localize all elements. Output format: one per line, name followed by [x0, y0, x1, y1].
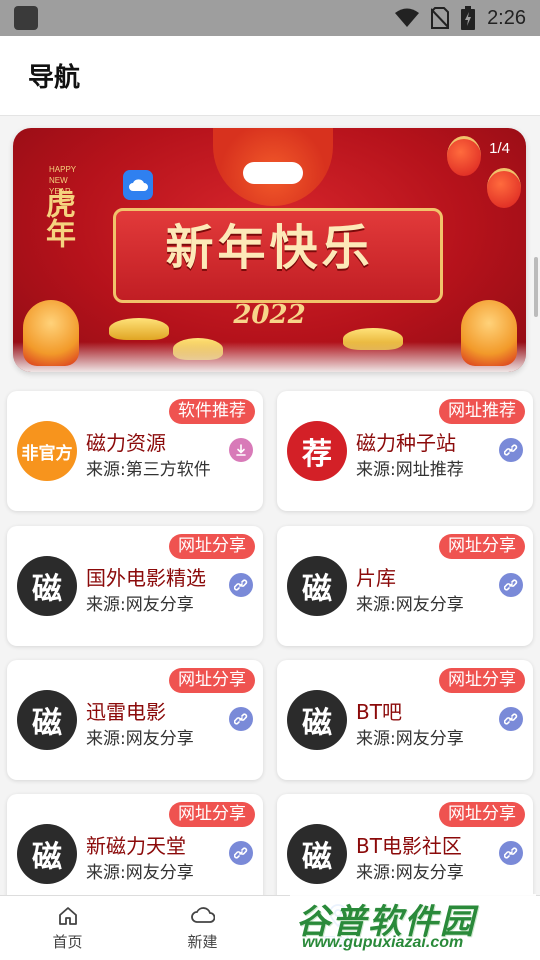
link-card[interactable]: 网址分享磁国外电影精选来源:网友分享 — [7, 526, 263, 646]
card-source: 来源:网友分享 — [356, 863, 464, 883]
lantern-icon — [447, 136, 481, 176]
link-icon[interactable] — [229, 707, 253, 731]
cloud-decoration — [13, 342, 526, 372]
watermark: 谷普软件园 www.gupuxiazai.com — [290, 894, 536, 956]
gold-ingot-icon — [109, 318, 169, 340]
card-source: 来源:网友分享 — [86, 729, 194, 749]
scrollbar[interactable] — [534, 257, 538, 317]
app-header: 导航 — [0, 36, 540, 116]
main-content[interactable]: HAPPY NEW YEAR 虎年 新年快乐 2022 1/4 软件推荐非官方 磁力资… — [0, 117, 540, 895]
card-title: 磁力资源 — [86, 431, 166, 455]
card-tag-badge: 网址分享 — [439, 534, 525, 559]
card-tag-badge: 网址分享 — [439, 668, 525, 693]
link-icon[interactable] — [499, 841, 523, 865]
download-icon[interactable] — [229, 438, 253, 462]
no-sim-icon — [431, 7, 450, 29]
link-icon[interactable] — [499, 707, 523, 731]
card-tag-badge: 网址分享 — [439, 802, 525, 827]
link-card[interactable]: 网址分享磁迅雷电影来源:网友分享 — [7, 660, 263, 780]
card-avatar: 非官方 — [17, 421, 77, 481]
card-avatar: 磁 — [287, 556, 347, 616]
link-icon[interactable] — [499, 438, 523, 462]
banner-page-indicator: 1/4 — [489, 140, 510, 157]
status-time: 2:26 — [487, 6, 526, 29]
card-title: 片库 — [356, 566, 396, 590]
nav-item-home[interactable]: 首页 — [0, 896, 135, 960]
card-source: 来源:网址推荐 — [356, 460, 464, 480]
link-card[interactable]: 软件推荐非官方 磁力资源来源:第三方软件 — [7, 391, 263, 511]
page-title: 导航 — [28, 63, 81, 93]
link-card[interactable]: 网址分享磁新磁力天堂来源:网友分享 — [7, 794, 263, 895]
card-tag-badge: 软件推荐 — [169, 399, 255, 424]
lantern-icon — [487, 168, 521, 208]
card-tag-badge: 网址分享 — [169, 534, 255, 559]
link-card[interactable]: 网址分享磁 BT吧来源:网友分享 — [277, 660, 533, 780]
card-title: 新磁力天堂 — [86, 834, 186, 858]
banner-carousel[interactable]: HAPPY NEW YEAR 虎年 新年快乐 2022 1/4 — [13, 128, 526, 372]
card-avatar: 磁 — [287, 824, 347, 884]
link-card[interactable]: 网址推荐荐磁力种子站来源:网址推荐 — [277, 391, 533, 511]
card-title: 国外电影精选 — [86, 566, 206, 590]
card-source: 来源:网友分享 — [86, 863, 194, 883]
notification-icon — [14, 6, 38, 30]
card-avatar: 磁 — [17, 824, 77, 884]
card-tag-badge: 网址分享 — [169, 668, 255, 693]
card-source: 来源:网友分享 — [356, 729, 464, 749]
status-icons: 2:26 — [395, 6, 526, 30]
card-title: BT吧 — [356, 700, 402, 724]
card-avatar: 磁 — [287, 690, 347, 750]
link-icon[interactable] — [229, 573, 253, 597]
card-avatar: 磁 — [17, 556, 77, 616]
wifi-icon — [395, 8, 420, 27]
tiger-illustration — [23, 300, 79, 366]
status-bar: 2:26 — [0, 0, 540, 36]
battery-charging-icon — [461, 6, 476, 30]
banner-headline: 新年快乐 — [165, 220, 374, 276]
tiger-illustration — [461, 300, 517, 366]
card-tag-badge: 网址推荐 — [439, 399, 525, 424]
cloud-icon — [190, 906, 215, 923]
link-icon[interactable] — [229, 841, 253, 865]
card-source: 来源:第三方软件 — [86, 460, 211, 480]
link-card[interactable]: 网址分享磁片库来源:网友分享 — [277, 526, 533, 646]
card-source: 来源:网友分享 — [356, 595, 464, 615]
link-card[interactable]: 网址分享磁 BT电影社区来源:网友分享 — [277, 794, 533, 895]
home-icon — [58, 906, 77, 925]
nav-label-new: 新建 — [187, 932, 218, 951]
card-title: 磁力种子站 — [356, 431, 456, 455]
cloud-app-icon — [123, 170, 153, 200]
card-avatar: 荐 — [287, 421, 347, 481]
card-source: 来源:网友分享 — [86, 595, 194, 615]
link-icon[interactable] — [499, 573, 523, 597]
nav-label-home: 首页 — [52, 932, 83, 951]
card-title: 迅雷电影 — [86, 700, 166, 724]
watermark-url: www.gupuxiazai.com — [302, 934, 464, 951]
card-avatar: 磁 — [17, 690, 77, 750]
card-tag-badge: 网址分享 — [169, 802, 255, 827]
lion-dance-illustration — [213, 128, 333, 206]
card-title: BT电影社区 — [356, 834, 462, 858]
banner-year: 2022 — [233, 300, 306, 330]
nav-item-new[interactable]: 新建 — [135, 896, 270, 960]
